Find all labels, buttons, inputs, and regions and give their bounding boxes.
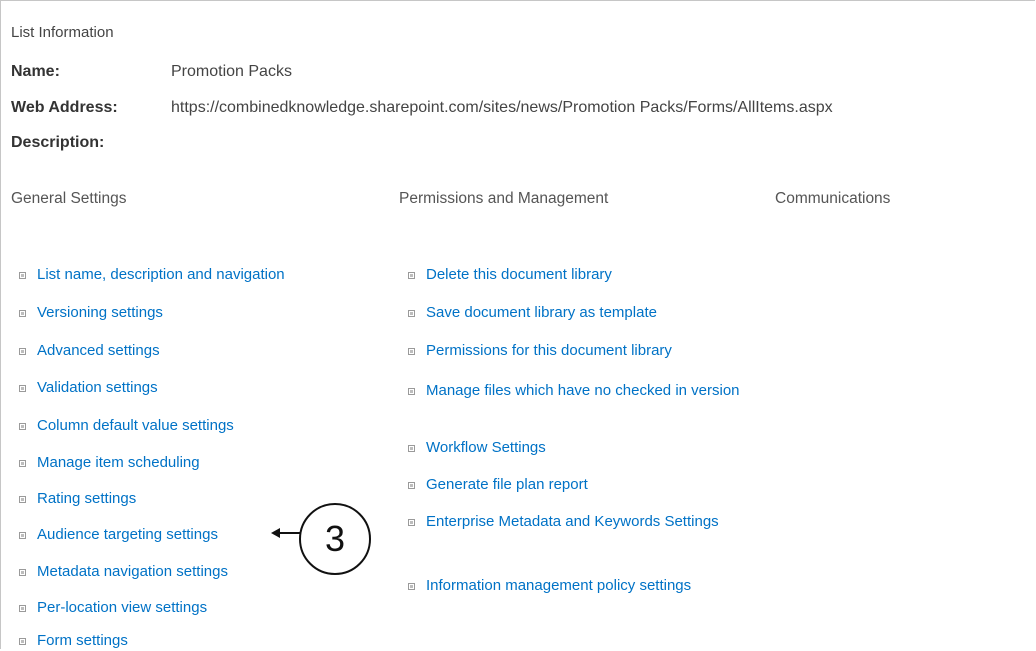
link-delete-document-library[interactable]: Delete this document library bbox=[408, 265, 786, 285]
link-versioning-settings[interactable]: Versioning settings bbox=[19, 303, 163, 323]
link-generate-file-plan-report[interactable]: Generate file plan report bbox=[408, 475, 786, 495]
web-address-label: Web Address: bbox=[11, 99, 118, 116]
link-list-name-description-navigation[interactable]: List name, description and navigation bbox=[19, 265, 285, 285]
link-enterprise-metadata-keywords-settings[interactable]: Enterprise Metadata and Keywords Setting… bbox=[408, 512, 746, 532]
bullet-icon bbox=[19, 310, 26, 317]
link-information-management-policy-settings[interactable]: Information management policy settings bbox=[408, 576, 726, 596]
callout-pointer-line bbox=[279, 532, 300, 534]
bullet-icon bbox=[19, 605, 26, 612]
bullet-icon bbox=[408, 272, 415, 279]
general-settings-heading: General Settings bbox=[11, 190, 127, 207]
name-value: Promotion Packs bbox=[171, 63, 292, 80]
bullet-icon bbox=[408, 519, 415, 526]
bullet-icon bbox=[19, 272, 26, 279]
step-callout: 3 bbox=[299, 503, 371, 575]
link-per-location-view-settings[interactable]: Per-location view settings bbox=[19, 598, 207, 618]
link-library-permissions[interactable]: Permissions for this document library bbox=[408, 341, 786, 361]
link-metadata-navigation-settings[interactable]: Metadata navigation settings bbox=[19, 562, 228, 582]
link-manage-files-no-checked-in-version[interactable]: Manage files which have no checked in ve… bbox=[408, 381, 776, 401]
link-form-settings[interactable]: Form settings bbox=[19, 631, 128, 651]
link-save-library-as-template[interactable]: Save document library as template bbox=[408, 303, 786, 323]
communications-heading: Communications bbox=[775, 190, 891, 207]
link-audience-targeting-settings[interactable]: Audience targeting settings bbox=[19, 525, 218, 545]
web-address-value: https://combinedknowledge.sharepoint.com… bbox=[171, 99, 833, 116]
link-manage-item-scheduling[interactable]: Manage item scheduling bbox=[19, 453, 200, 473]
bullet-icon bbox=[19, 423, 26, 430]
link-advanced-settings[interactable]: Advanced settings bbox=[19, 341, 160, 361]
link-workflow-settings[interactable]: Workflow Settings bbox=[408, 438, 786, 458]
permissions-management-heading: Permissions and Management bbox=[399, 190, 609, 207]
bullet-icon bbox=[19, 569, 26, 576]
bullet-icon bbox=[19, 532, 26, 539]
bullet-icon bbox=[19, 385, 26, 392]
link-rating-settings[interactable]: Rating settings bbox=[19, 489, 136, 509]
bullet-icon bbox=[408, 310, 415, 317]
bullet-icon bbox=[408, 482, 415, 489]
description-label: Description: bbox=[11, 134, 105, 151]
settings-panel: List Information Name: Promotion Packs W… bbox=[0, 0, 1035, 649]
bullet-icon bbox=[19, 496, 26, 503]
name-label: Name: bbox=[11, 63, 60, 80]
bullet-icon bbox=[408, 583, 415, 590]
link-validation-settings[interactable]: Validation settings bbox=[19, 378, 158, 398]
bullet-icon bbox=[408, 348, 415, 355]
bullet-icon bbox=[408, 445, 415, 452]
bullet-icon bbox=[19, 348, 26, 355]
link-column-default-value-settings[interactable]: Column default value settings bbox=[19, 416, 234, 436]
list-information-heading: List Information bbox=[11, 24, 114, 41]
bullet-icon bbox=[408, 388, 415, 395]
bullet-icon bbox=[19, 638, 26, 645]
bullet-icon bbox=[19, 460, 26, 467]
